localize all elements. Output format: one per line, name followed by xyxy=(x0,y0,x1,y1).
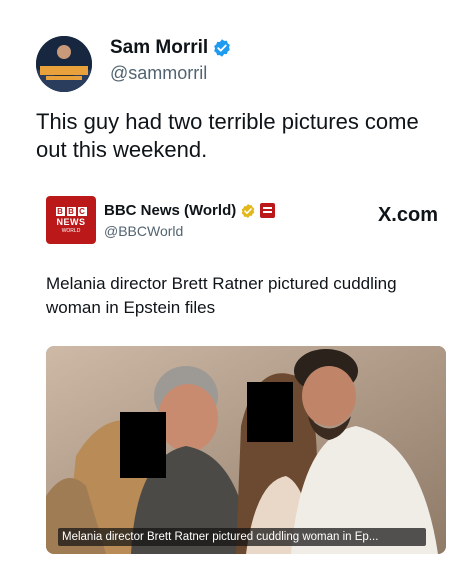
embed-name-row: BBC News (World) xyxy=(104,202,276,219)
author-name-row: Sam Morril xyxy=(110,37,232,59)
bbc-news-wordmark: NEWS xyxy=(56,216,86,227)
bbc-letter-b1: B xyxy=(55,206,65,216)
avatar[interactable] xyxy=(36,36,92,92)
bbc-letter-c: C xyxy=(77,206,87,216)
embed-headline[interactable]: Melania director Brett Ratner pictured c… xyxy=(46,272,446,320)
redaction-box-left xyxy=(120,412,166,478)
author-handle[interactable]: @sammorril xyxy=(110,63,207,84)
embed-photo[interactable]: Melania director Brett Ratner pictured c… xyxy=(46,346,446,554)
photo-caption: Melania director Brett Ratner pictured c… xyxy=(58,528,426,546)
tweet-text: This guy had two terrible pictures come … xyxy=(36,109,419,162)
site-label: X.com xyxy=(377,204,438,226)
redaction-box-middle xyxy=(247,382,293,442)
bbc-world-wordmark: WORLD xyxy=(61,227,81,234)
embed-source-name[interactable]: BBC News (World) xyxy=(104,202,236,219)
gold-verified-icon xyxy=(241,203,255,218)
bbc-news-logo-icon[interactable]: B B C NEWS WORLD xyxy=(46,196,96,244)
tweet-card: Sam Morril @sammorril This guy had two t… xyxy=(0,0,471,572)
embed-source-handle[interactable]: @BBCWorld xyxy=(104,223,183,239)
embedded-post-header: B B C NEWS WORLD BBC News (World) @BBCWo… xyxy=(46,196,446,248)
organization-affiliate-icon xyxy=(260,203,276,218)
verified-badge-icon xyxy=(214,39,231,57)
profile-photo-avatar-icon xyxy=(36,36,92,92)
author-display-name[interactable]: Sam Morril xyxy=(110,37,208,59)
bbc-letter-blocks: B B C xyxy=(55,206,87,216)
bbc-letter-b2: B xyxy=(66,206,76,216)
photo-illustration xyxy=(46,346,446,554)
